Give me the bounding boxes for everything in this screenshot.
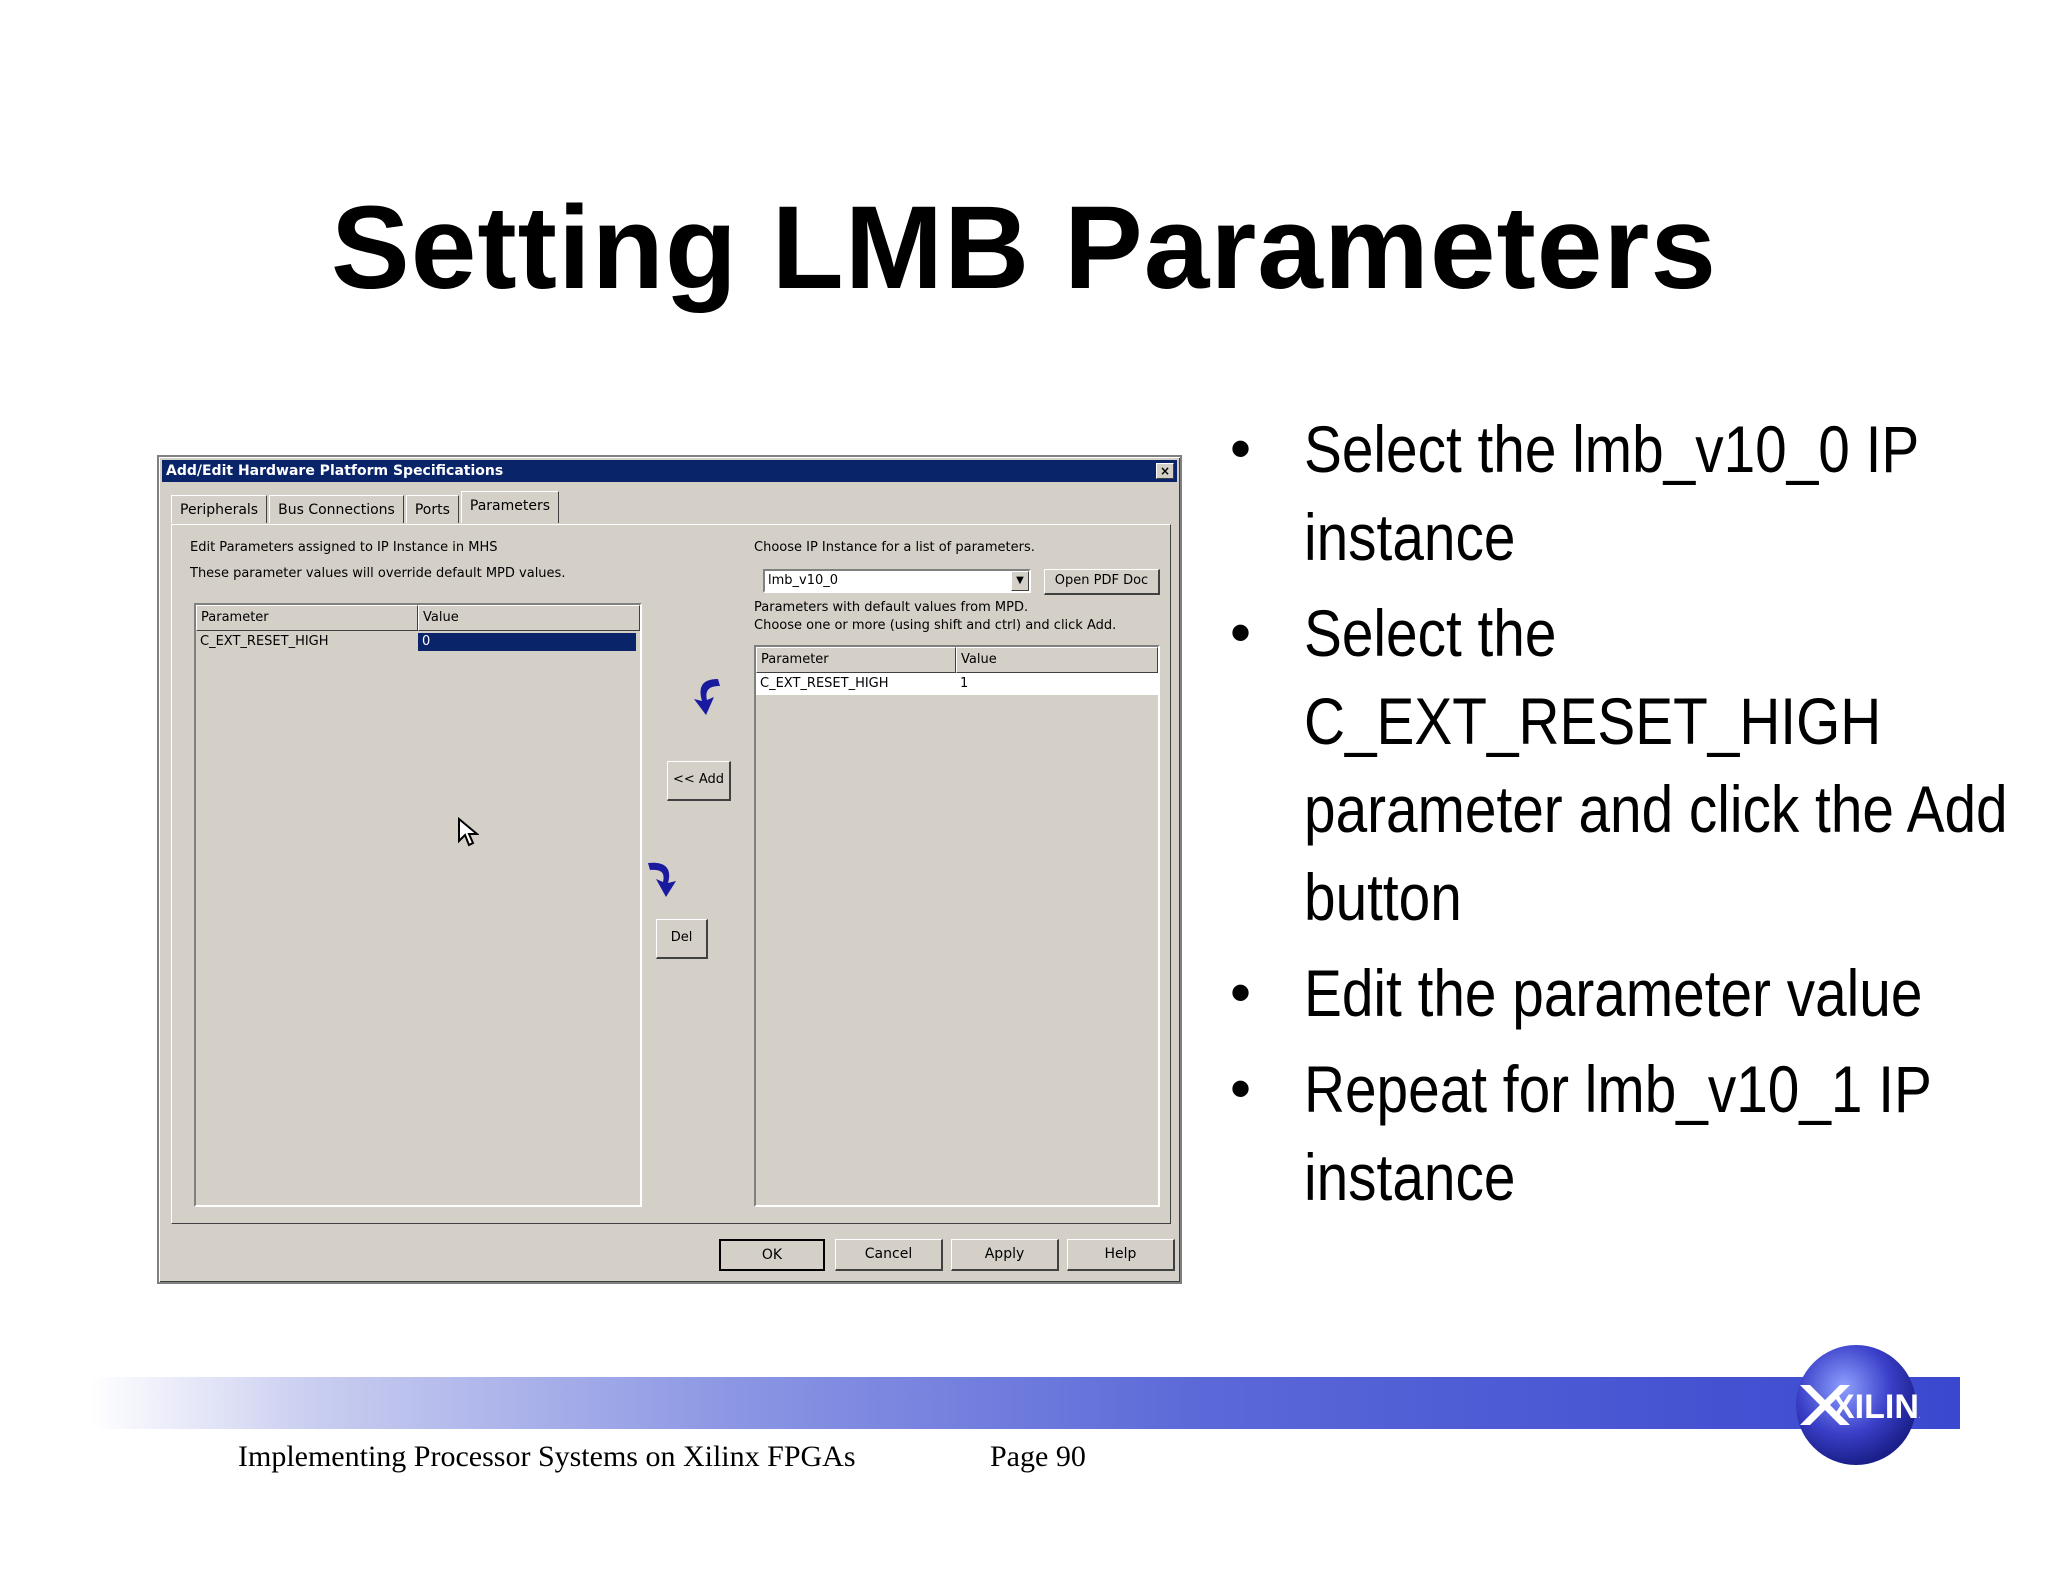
bullet-text: Repeat for lmb_v10_1 IP instance bbox=[1304, 1052, 1931, 1214]
dialog-title: Add/Edit Hardware Platform Specification… bbox=[166, 463, 504, 479]
ok-button[interactable]: OK bbox=[719, 1239, 825, 1271]
tab-ports[interactable]: Ports bbox=[405, 495, 459, 523]
slide-title: Setting LMB Parameters bbox=[331, 182, 1717, 314]
value-cell-editing[interactable]: 0 bbox=[418, 633, 636, 651]
ip-instance-select[interactable]: lmb_v10_0 ▼ bbox=[763, 569, 1031, 593]
right-help-line-1: Parameters with default values from MPD. bbox=[754, 600, 1029, 615]
left-info-line-2: These parameter values will override def… bbox=[190, 566, 566, 581]
mhs-parameter-table: Parameter Value C_EXT_RESET_HIGH 0 bbox=[194, 603, 642, 1207]
column-header-parameter[interactable]: Parameter bbox=[756, 647, 956, 673]
apply-button[interactable]: Apply bbox=[951, 1239, 1059, 1271]
bullet-text: Select the C_EXT_RESET_HIGH parameter an… bbox=[1304, 596, 2008, 934]
table-header: Parameter Value bbox=[756, 647, 1158, 673]
logo-wordmark: XILINX bbox=[1832, 1388, 1920, 1426]
ip-instance-value: lmb_v10_0 bbox=[768, 573, 839, 588]
column-header-value[interactable]: Value bbox=[956, 647, 1158, 673]
delete-parameter-button[interactable]: Del bbox=[656, 919, 708, 959]
cancel-button[interactable]: Cancel bbox=[835, 1239, 943, 1271]
bullet-text: Select the lmb_v10_0 IP instance bbox=[1304, 412, 1919, 574]
bullet-dot: • bbox=[1230, 415, 1252, 482]
parameters-panel: Edit Parameters assigned to IP Instance … bbox=[171, 524, 1171, 1224]
bullet-item: • Select the lmb_v10_0 IP instance bbox=[1230, 405, 2030, 581]
bullet-dot: • bbox=[1230, 599, 1252, 666]
close-icon[interactable]: × bbox=[1156, 463, 1174, 479]
tab-strip: Peripherals Bus Connections Ports Parame… bbox=[171, 491, 561, 523]
value-cell[interactable]: 1 bbox=[956, 673, 1158, 695]
open-pdf-doc-button[interactable]: Open PDF Doc bbox=[1044, 569, 1160, 595]
bullet-item: • Select the C_EXT_RESET_HIGH parameter … bbox=[1230, 589, 2030, 941]
column-header-parameter[interactable]: Parameter bbox=[196, 605, 418, 631]
dialog-titlebar: Add/Edit Hardware Platform Specification… bbox=[162, 460, 1177, 482]
arrow-down-right-icon bbox=[648, 862, 676, 897]
arrow-up-left-icon bbox=[694, 679, 720, 715]
bullet-dot: • bbox=[1230, 1055, 1252, 1122]
mouse-cursor-icon bbox=[458, 817, 479, 847]
add-parameter-button[interactable]: << Add bbox=[667, 761, 731, 801]
bullet-list: • Select the lmb_v10_0 IP instance • Sel… bbox=[1230, 405, 2030, 1229]
mpd-parameter-table: Parameter Value C_EXT_RESET_HIGH 1 bbox=[754, 645, 1160, 1207]
table-header: Parameter Value bbox=[196, 605, 640, 631]
hardware-platform-dialog: Add/Edit Hardware Platform Specification… bbox=[157, 455, 1182, 1284]
bullet-item: • Repeat for lmb_v10_1 IP instance bbox=[1230, 1045, 2030, 1221]
bullet-dot: • bbox=[1230, 959, 1252, 1026]
table-row[interactable]: C_EXT_RESET_HIGH 1 bbox=[756, 673, 1158, 695]
bullet-text: Edit the parameter value bbox=[1304, 956, 1923, 1030]
footer-gradient-band bbox=[90, 1377, 1960, 1429]
choose-instance-label: Choose IP Instance for a list of paramet… bbox=[754, 540, 1035, 555]
xilinx-logo: XILINX bbox=[1796, 1345, 1920, 1465]
right-help-line-2: Choose one or more (using shift and ctrl… bbox=[754, 618, 1117, 633]
parameter-cell[interactable]: C_EXT_RESET_HIGH bbox=[756, 673, 956, 695]
chevron-down-icon[interactable]: ▼ bbox=[1011, 571, 1029, 591]
footer-course-title: Implementing Processor Systems on Xilinx… bbox=[238, 1440, 856, 1473]
help-button[interactable]: Help bbox=[1067, 1239, 1175, 1271]
tab-peripherals[interactable]: Peripherals bbox=[171, 495, 268, 523]
tab-bus-connections[interactable]: Bus Connections bbox=[269, 495, 404, 523]
tab-parameters[interactable]: Parameters bbox=[460, 491, 560, 523]
parameter-cell[interactable]: C_EXT_RESET_HIGH bbox=[196, 631, 418, 653]
bullet-item: • Edit the parameter value bbox=[1230, 949, 2030, 1037]
table-row[interactable]: C_EXT_RESET_HIGH 0 bbox=[196, 631, 640, 653]
left-info-line-1: Edit Parameters assigned to IP Instance … bbox=[190, 540, 498, 555]
column-header-value[interactable]: Value bbox=[418, 605, 640, 631]
footer-page-number: Page 90 bbox=[990, 1440, 1086, 1473]
